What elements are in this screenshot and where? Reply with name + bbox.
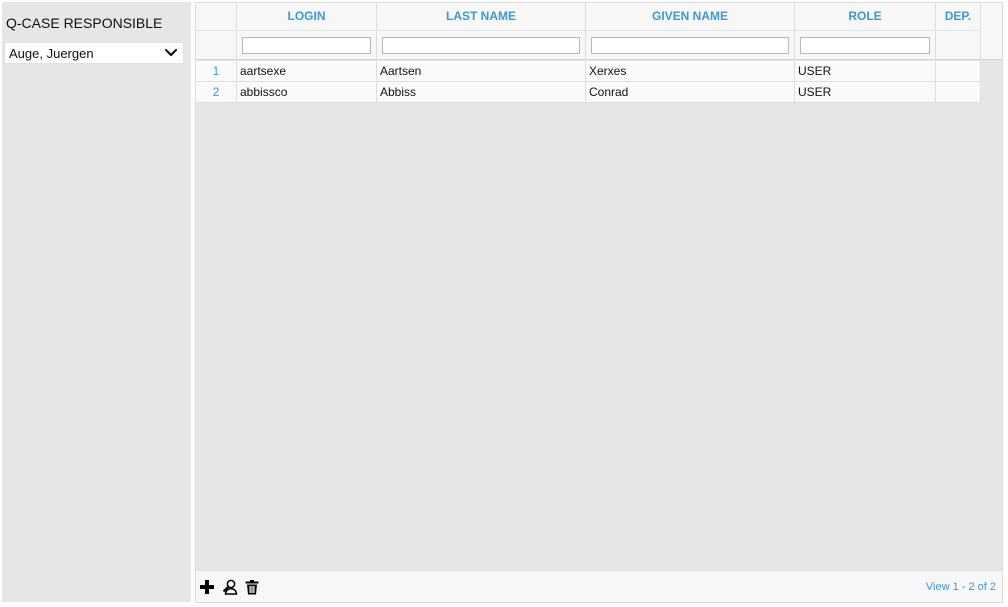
column-header-role[interactable]: ROLE	[795, 3, 935, 31]
column-last-name: LAST NAME	[377, 3, 586, 60]
column-header-dep[interactable]: DEP.	[936, 3, 980, 31]
login-cell: abbissco	[237, 82, 377, 103]
given-name-cell: Xerxes	[586, 61, 795, 82]
row-number-cell: 1	[196, 61, 237, 82]
chevron-down-icon	[164, 48, 178, 57]
filter-login-input[interactable]	[242, 37, 371, 54]
dep-cell	[936, 61, 981, 82]
grid-footer: View 1 - 2 of 2	[196, 570, 1002, 602]
last-name-cell: Abbiss	[377, 82, 586, 103]
table-row[interactable]: 2 abbissco Abbiss Conrad USER	[196, 82, 981, 103]
column-header-given-name[interactable]: GIVEN NAME	[586, 3, 794, 31]
trash-icon[interactable]	[244, 579, 260, 595]
last-name-cell: Aartsen	[377, 61, 586, 82]
add-icon[interactable]	[199, 579, 215, 595]
users-grid: LOGIN LAST NAME GIVEN NAME ROLE DEP. 1 a…	[195, 2, 1003, 603]
given-name-cell: Conrad	[586, 82, 795, 103]
column-login: LOGIN	[237, 3, 377, 60]
column-given-name: GIVEN NAME	[586, 3, 795, 60]
row-number-cell: 2	[196, 82, 237, 103]
filter-given-name-input[interactable]	[591, 37, 789, 54]
sidebar-panel: Q-CASE RESPONSIBLE Auge, Juergen	[2, 2, 191, 602]
column-row-number	[196, 3, 237, 60]
pager-info: View 1 - 2 of 2	[925, 581, 996, 593]
column-dep: DEP.	[936, 3, 981, 60]
column-header-login[interactable]: LOGIN	[237, 3, 376, 31]
dep-cell	[936, 82, 981, 103]
role-cell: USER	[795, 82, 936, 103]
filter-role-input[interactable]	[800, 37, 930, 54]
filter-last-name-input[interactable]	[382, 37, 580, 54]
table-row[interactable]: 1 aartsexe Aartsen Xerxes USER	[196, 61, 981, 82]
login-cell: aartsexe	[237, 61, 377, 82]
grid-header: LOGIN LAST NAME GIVEN NAME ROLE DEP.	[196, 3, 1002, 60]
responsible-select-value: Auge, Juergen	[9, 45, 94, 61]
grid-body: 1 aartsexe Aartsen Xerxes USER 2 abbissc…	[196, 61, 981, 103]
role-cell: USER	[795, 61, 936, 82]
user-search-icon[interactable]	[222, 579, 238, 595]
column-role: ROLE	[795, 3, 936, 60]
sidebar-title: Q-CASE RESPONSIBLE	[6, 15, 163, 31]
column-header-row-number	[196, 3, 236, 31]
responsible-select[interactable]: Auge, Juergen	[4, 42, 184, 64]
column-header-last-name[interactable]: LAST NAME	[377, 3, 585, 31]
